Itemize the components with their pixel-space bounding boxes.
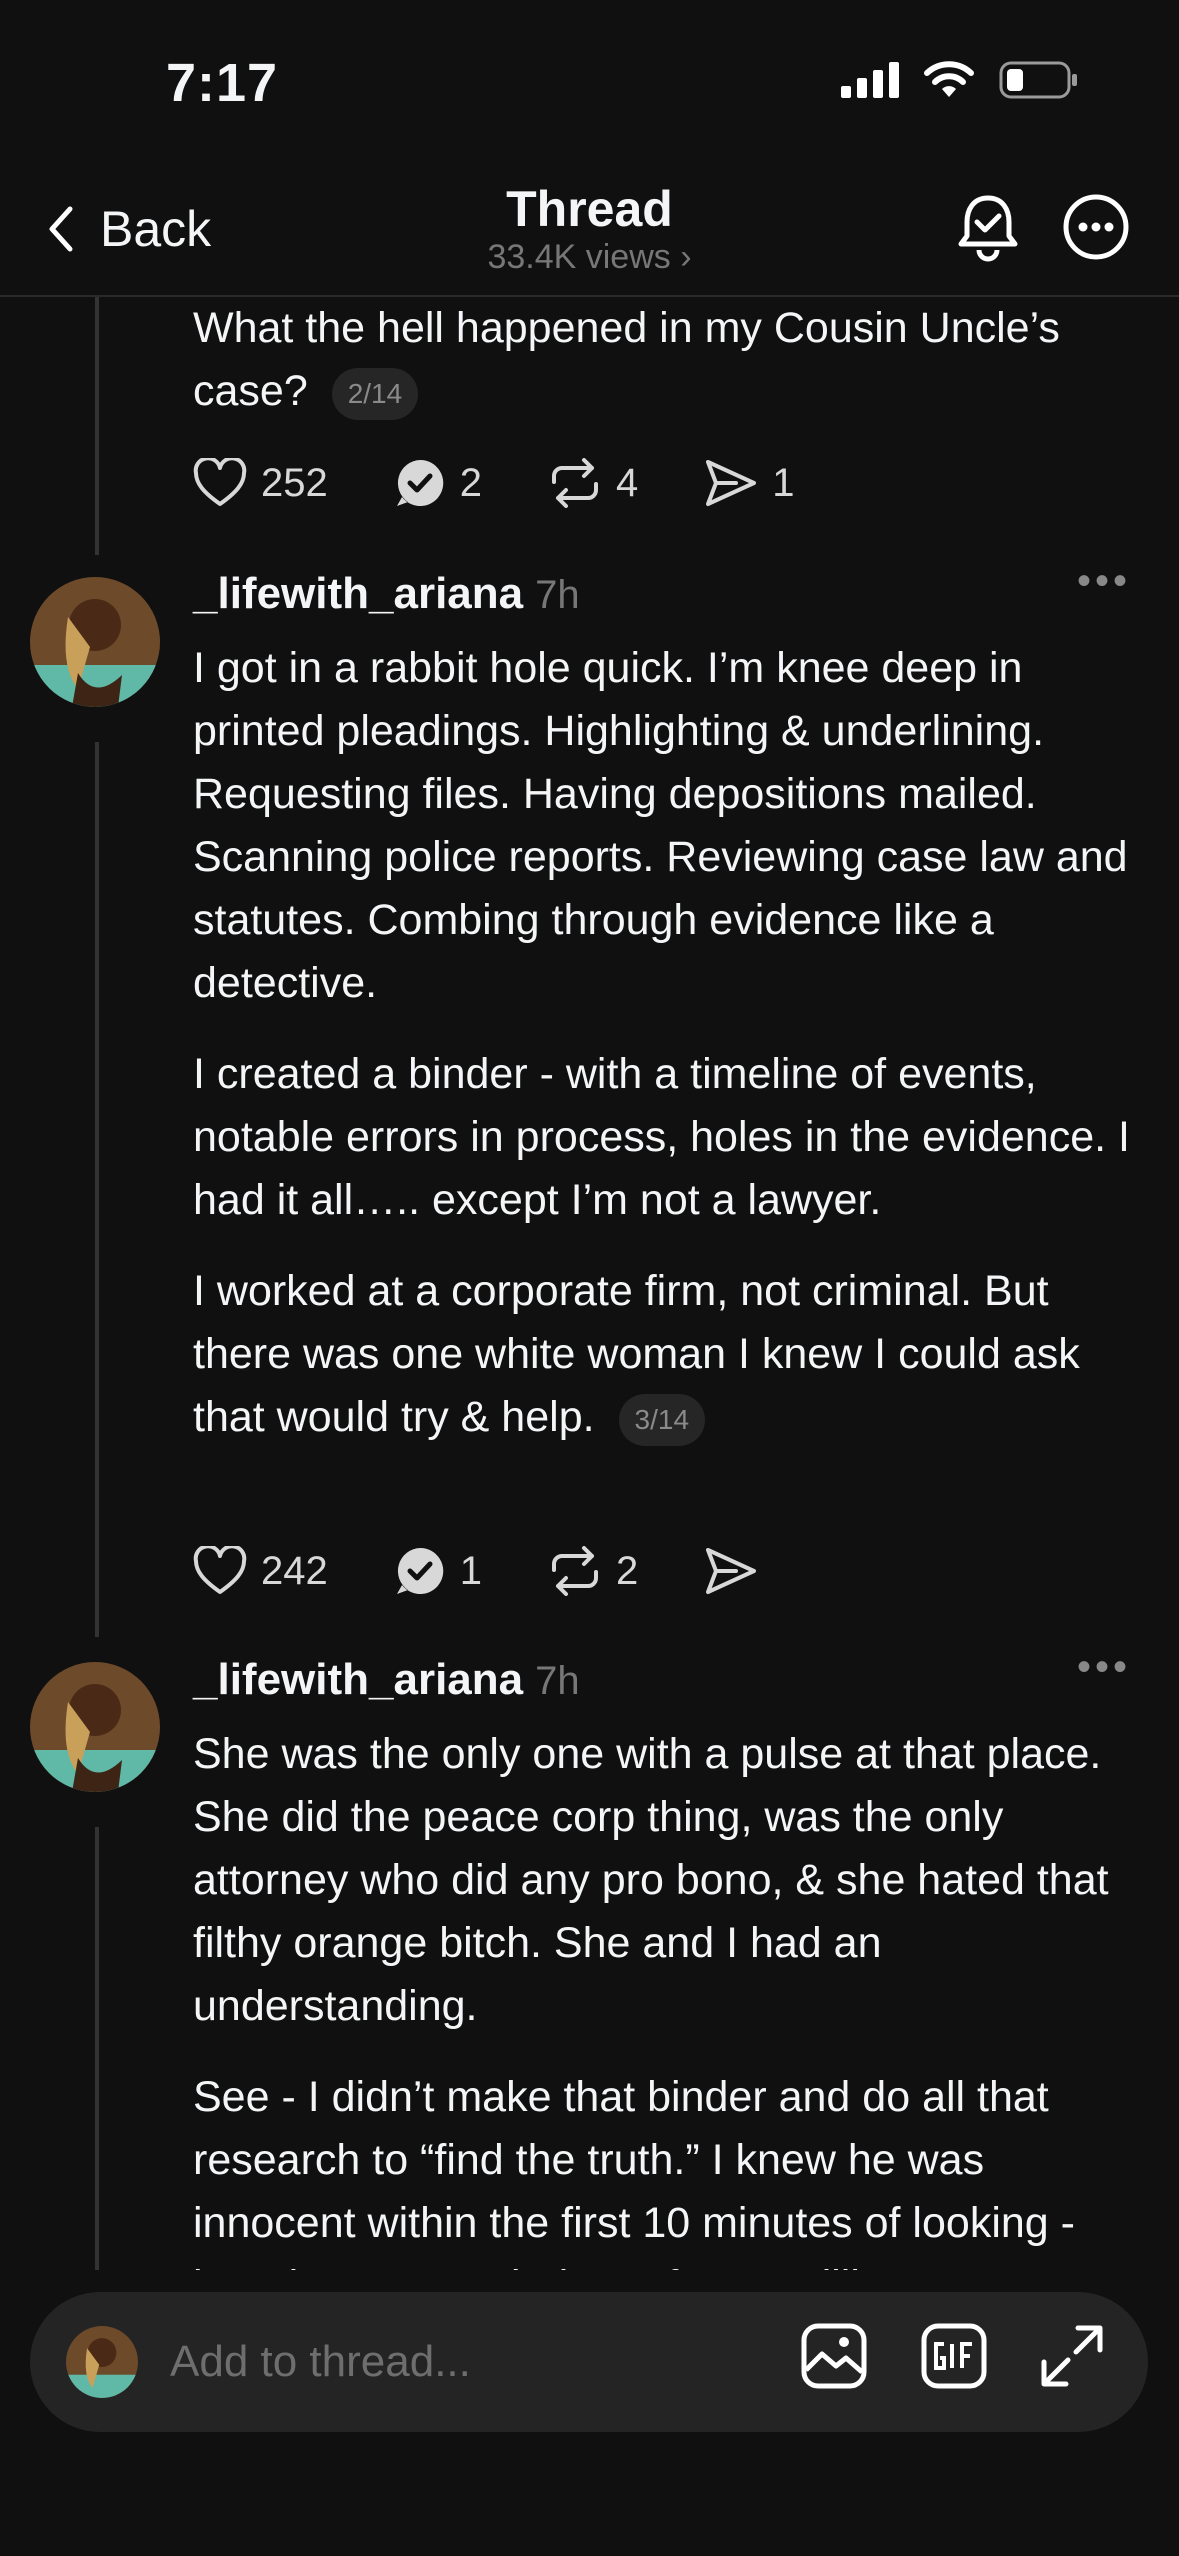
- repost-count: 2: [616, 1548, 639, 1593]
- avatar: [66, 2326, 138, 2398]
- image-icon[interactable]: [800, 2322, 868, 2390]
- heart-icon: [193, 1546, 247, 1594]
- thread-counter-badge: 3/14: [618, 1393, 706, 1446]
- battery-icon: [999, 61, 1077, 99]
- post-paragraph: What the hell happened in my Cousin Uncl…: [193, 304, 1060, 415]
- post-more-icon[interactable]: •••: [1077, 559, 1131, 604]
- expand-icon[interactable]: [1040, 2324, 1104, 2388]
- like-count: 252: [261, 460, 328, 505]
- reply-checked-icon: [396, 1547, 443, 1594]
- thread-connector-line: [95, 297, 99, 555]
- wifi-icon: [924, 61, 974, 97]
- post-paragraph: She was the only one with a pulse at tha…: [193, 1730, 1109, 2030]
- post-time: 7h: [535, 573, 580, 617]
- more-options-icon[interactable]: [1061, 192, 1131, 262]
- thread-composer[interactable]: Add to thread...: [30, 2292, 1148, 2432]
- thread-connector-line: [95, 742, 99, 1637]
- send-icon: [706, 1548, 757, 1594]
- post-time: 7h: [535, 1659, 580, 1703]
- status-time: 7:17: [166, 53, 279, 113]
- cellular-signal-icon: [841, 62, 899, 98]
- reply-button[interactable]: 2: [394, 457, 482, 509]
- reply-count: 1: [459, 1548, 482, 1593]
- chevron-right-icon: ›: [680, 238, 692, 276]
- send-icon: [706, 460, 757, 506]
- post-header: _lifewith_ariana 7h: [193, 569, 580, 619]
- repost-icon: [552, 458, 598, 508]
- post-actions: 242 1 2: [193, 1545, 824, 1597]
- repost-button[interactable]: 2: [548, 1546, 638, 1596]
- post-text: She was the only one with a pulse at tha…: [193, 1723, 1143, 2270]
- post-text: I got in a rabbit hole quick. I’m knee d…: [193, 637, 1143, 1449]
- reply-button[interactable]: 1: [394, 1545, 482, 1597]
- username[interactable]: _lifewith_ariana: [193, 569, 523, 618]
- post-text: What the hell happened in my Cousin Uncl…: [193, 297, 1143, 423]
- like-button[interactable]: 242: [193, 1546, 328, 1596]
- avatar[interactable]: [30, 1662, 160, 1792]
- repost-count: 4: [616, 460, 639, 505]
- thread-connector-line: [95, 1827, 99, 2270]
- share-count: 1: [772, 460, 795, 505]
- post-header: _lifewith_ariana 7h: [193, 1655, 580, 1705]
- like-count: 242: [261, 1548, 328, 1593]
- status-bar: 7:17: [0, 0, 1179, 180]
- repost-icon: [552, 1546, 598, 1596]
- composer-tools: [800, 2322, 1104, 2390]
- gif-icon[interactable]: [920, 2322, 988, 2390]
- heart-icon: [193, 458, 247, 506]
- thread-feed[interactable]: What the hell happened in my Cousin Uncl…: [0, 297, 1179, 2270]
- post-paragraph: I created a binder - with a timeline of …: [193, 1050, 1130, 1224]
- add-to-thread-input[interactable]: Add to thread...: [170, 2337, 471, 2387]
- post-more-icon[interactable]: •••: [1077, 1645, 1131, 1690]
- like-button[interactable]: 252: [193, 458, 328, 508]
- repost-button[interactable]: 4: [548, 458, 638, 508]
- post-paragraph: See - I didn’t make that binder and do a…: [193, 2073, 1075, 2270]
- username[interactable]: _lifewith_ariana: [193, 1655, 523, 1704]
- avatar[interactable]: [30, 577, 160, 707]
- navigation-bar: Back Thread 33.4K views ›: [0, 180, 1179, 295]
- share-button[interactable]: 1: [704, 458, 795, 508]
- reply-count: 2: [459, 460, 482, 505]
- views-count: 33.4K views: [487, 238, 671, 276]
- status-icons: [841, 60, 1079, 100]
- nav-actions: [955, 192, 1131, 262]
- notification-bell-icon[interactable]: [955, 192, 1021, 262]
- post-paragraph: I got in a rabbit hole quick. I’m knee d…: [193, 644, 1128, 1007]
- thread-counter-badge: 2/14: [331, 367, 419, 420]
- share-button[interactable]: [704, 1546, 758, 1596]
- reply-checked-icon: [396, 459, 443, 506]
- post-actions: 252 2 4 1: [193, 457, 861, 509]
